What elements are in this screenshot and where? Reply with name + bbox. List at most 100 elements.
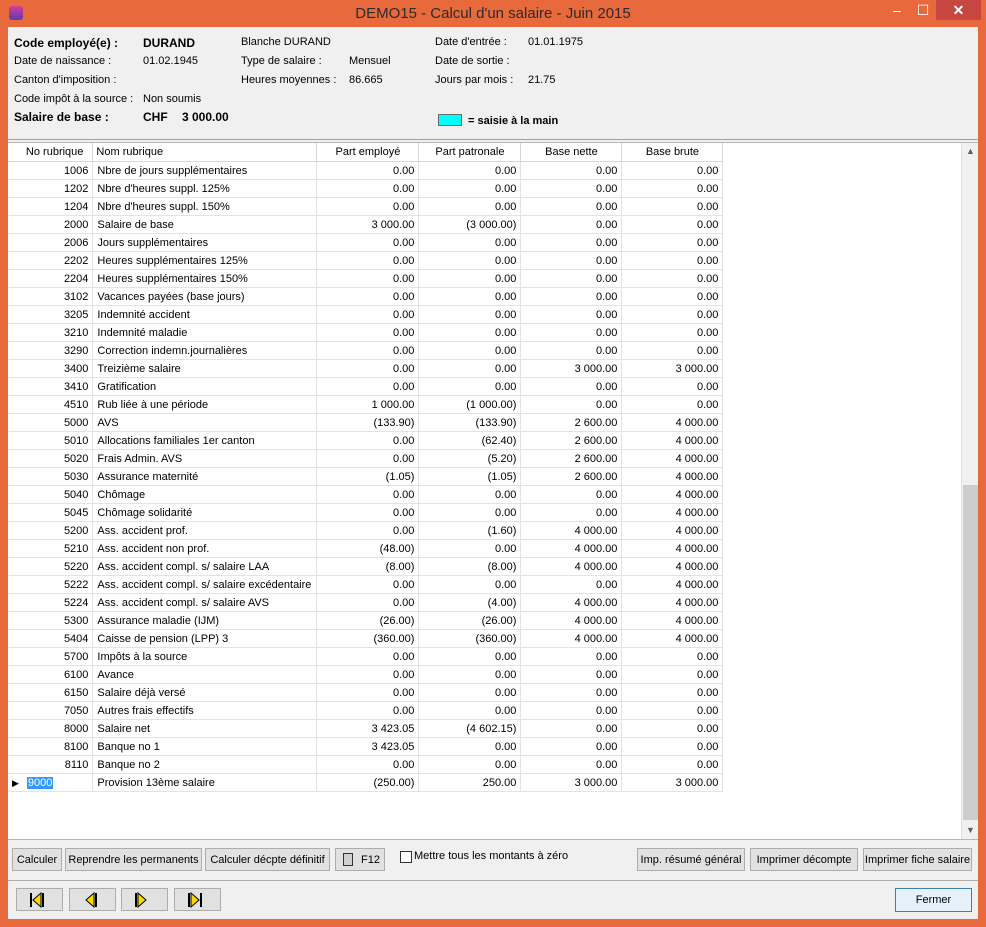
cell-part-employe[interactable]: 0.00 — [316, 359, 420, 378]
cell-base-nette[interactable]: 0.00 — [520, 341, 623, 360]
cell-no-rubrique[interactable]: 5030 — [22, 467, 94, 486]
cell-part-patronale[interactable]: (26.00) — [418, 611, 522, 630]
cell-base-brute[interactable]: 0.00 — [621, 395, 724, 414]
cell-no-rubrique[interactable]: 3410 — [22, 377, 94, 396]
cell-part-patronale[interactable]: 0.00 — [418, 701, 522, 720]
cell-part-employe[interactable]: 0.00 — [316, 305, 420, 324]
cell-base-nette[interactable]: 4 000.00 — [520, 557, 623, 576]
cell-base-brute[interactable]: 3 000.00 — [621, 359, 724, 378]
cell-base-nette[interactable]: 2 600.00 — [520, 413, 623, 432]
table-row[interactable]: 1006 Nbre de jours supplémentaires 0.00 0.0… — [8, 161, 724, 180]
cell-nom-rubrique[interactable]: Assurance maladie (IJM) — [92, 611, 318, 630]
table-row[interactable]: 5000 AVS (133.90) (133.90) 2 600.00 4 000.00 — [8, 413, 724, 432]
cell-nom-rubrique[interactable]: Salaire net — [92, 719, 318, 738]
cell-base-brute[interactable]: 0.00 — [621, 755, 724, 774]
cell-nom-rubrique[interactable]: Correction indemn.journalières — [92, 341, 318, 360]
cell-part-patronale[interactable]: 0.00 — [418, 251, 522, 270]
cell-part-patronale[interactable]: 0.00 — [418, 161, 522, 180]
table-row[interactable]: 7050 Autres frais effectifs 0.00 0.00 0.00 0.… — [8, 701, 724, 720]
cell-no-rubrique[interactable]: 5224 — [22, 593, 94, 612]
cell-base-brute[interactable]: 4 000.00 — [621, 449, 724, 468]
cell-part-patronale[interactable]: 0.00 — [418, 287, 522, 306]
cell-base-brute[interactable]: 4 000.00 — [621, 629, 724, 648]
cell-nom-rubrique[interactable]: AVS — [92, 413, 318, 432]
cell-base-nette[interactable]: 0.00 — [520, 683, 623, 702]
cell-part-employe[interactable]: 3 000.00 — [316, 215, 420, 234]
cell-base-brute[interactable]: 0.00 — [621, 377, 724, 396]
cell-no-rubrique[interactable]: 5220 — [22, 557, 94, 576]
cell-part-patronale[interactable]: 0.00 — [418, 665, 522, 684]
cell-part-patronale[interactable]: (8.00) — [418, 557, 522, 576]
calculer-decompte-definitif-button[interactable]: Calculer décpte définitif — [205, 848, 330, 871]
cell-base-brute[interactable]: 0.00 — [621, 647, 724, 666]
cell-part-patronale[interactable]: 0.00 — [418, 179, 522, 198]
cell-part-employe[interactable]: 0.00 — [316, 503, 420, 522]
scroll-down-icon[interactable]: ▼ — [962, 822, 978, 839]
cell-base-nette[interactable]: 0.00 — [520, 197, 623, 216]
cell-no-rubrique[interactable]: 6100 — [22, 665, 94, 684]
imp-resume-general-button[interactable]: Imp. résumé général — [637, 848, 745, 871]
cell-no-rubrique[interactable]: 8100 — [22, 737, 94, 756]
cell-no-rubrique[interactable]: 5010 — [22, 431, 94, 450]
cell-nom-rubrique[interactable]: Jours supplémentaires — [92, 233, 318, 252]
cell-base-nette[interactable]: 0.00 — [520, 179, 623, 198]
cell-base-brute[interactable]: 0.00 — [621, 179, 724, 198]
cell-part-patronale[interactable]: (5.20) — [418, 449, 522, 468]
reprendre-permanents-button[interactable]: Reprendre les permanents — [65, 848, 202, 871]
cell-no-rubrique[interactable]: 8110 — [22, 755, 94, 774]
cell-nom-rubrique[interactable]: Chômage solidarité — [92, 503, 318, 522]
cell-nom-rubrique[interactable]: Ass. accident compl. s/ salaire excédent… — [92, 575, 318, 594]
cell-part-employe[interactable]: (26.00) — [316, 611, 420, 630]
cell-part-employe[interactable]: (360.00) — [316, 629, 420, 648]
cell-part-patronale[interactable]: 0.00 — [418, 269, 522, 288]
cell-nom-rubrique[interactable]: Gratification — [92, 377, 318, 396]
table-row[interactable]: 5020 Frais Admin. AVS 0.00 (5.20) 2 600.00 4 … — [8, 449, 724, 468]
cell-part-employe[interactable]: 0.00 — [316, 755, 420, 774]
table-row[interactable]: 5040 Chômage 0.00 0.00 0.00 4 000.00 — [8, 485, 724, 504]
cell-nom-rubrique[interactable]: Chômage — [92, 485, 318, 504]
cell-no-rubrique[interactable]: 5210 — [22, 539, 94, 558]
cell-base-nette[interactable]: 0.00 — [520, 215, 623, 234]
table-row[interactable]: 3210 Indemnité maladie 0.00 0.00 0.00 0.00 — [8, 323, 724, 342]
cell-no-rubrique[interactable]: 9000 — [22, 773, 94, 792]
cell-nom-rubrique[interactable]: Indemnité maladie — [92, 323, 318, 342]
cell-part-patronale[interactable]: 0.00 — [418, 323, 522, 342]
cell-base-brute[interactable]: 0.00 — [621, 251, 724, 270]
cell-no-rubrique[interactable]: 5222 — [22, 575, 94, 594]
col-header-nom-rubrique[interactable]: Nom rubrique — [92, 143, 318, 162]
cell-nom-rubrique[interactable]: Caisse de pension (LPP) 3 — [92, 629, 318, 648]
cell-part-employe[interactable]: 0.00 — [316, 449, 420, 468]
cell-base-nette[interactable]: 3 000.00 — [520, 359, 623, 378]
cell-base-brute[interactable]: 0.00 — [621, 665, 724, 684]
table-row[interactable]: 5224 Ass. accident compl. s/ salaire AVS 0… — [8, 593, 724, 612]
cell-base-nette[interactable]: 0.00 — [520, 269, 623, 288]
table-row[interactable]: 3410 Gratification 0.00 0.00 0.00 0.00 — [8, 377, 724, 396]
cell-no-rubrique[interactable]: 5200 — [22, 521, 94, 540]
cell-part-employe[interactable]: (1.05) — [316, 467, 420, 486]
cell-base-brute[interactable]: 0.00 — [621, 323, 724, 342]
cell-part-employe[interactable]: 0.00 — [316, 593, 420, 612]
cell-no-rubrique[interactable]: 7050 — [22, 701, 94, 720]
cell-no-rubrique[interactable]: 3290 — [22, 341, 94, 360]
cell-part-employe[interactable]: 0.00 — [316, 323, 420, 342]
cell-no-rubrique[interactable]: 5000 — [22, 413, 94, 432]
col-header-part-employe[interactable]: Part employé — [316, 143, 420, 162]
cell-nom-rubrique[interactable]: Nbre de jours supplémentaires — [92, 161, 318, 180]
cell-part-employe[interactable]: 0.00 — [316, 575, 420, 594]
cell-part-patronale[interactable]: (4 602.15) — [418, 719, 522, 738]
cell-no-rubrique[interactable]: 5404 — [22, 629, 94, 648]
cell-base-nette[interactable]: 2 600.00 — [520, 449, 623, 468]
table-row[interactable]: 5045 Chômage solidarité 0.00 0.00 0.00 4 000.… — [8, 503, 724, 522]
cell-nom-rubrique[interactable]: Heures supplémentaires 150% — [92, 269, 318, 288]
cell-nom-rubrique[interactable]: Salaire de base — [92, 215, 318, 234]
cell-part-employe[interactable]: 0.00 — [316, 161, 420, 180]
cell-base-brute[interactable]: 3 000.00 — [621, 773, 724, 792]
cell-nom-rubrique[interactable]: Assurance maternité — [92, 467, 318, 486]
cell-nom-rubrique[interactable]: Ass. accident compl. s/ salaire LAA — [92, 557, 318, 576]
table-row[interactable]: 3102 Vacances payées (base jours) 0.00 0.00… — [8, 287, 724, 306]
table-row[interactable]: 3290 Correction indemn.journalières 0.00 0.… — [8, 341, 724, 360]
table-row[interactable]: 3400 Treizième salaire 0.00 0.00 3 000.00 3 0… — [8, 359, 724, 378]
cell-base-nette[interactable]: 0.00 — [520, 251, 623, 270]
cell-part-patronale[interactable]: (360.00) — [418, 629, 522, 648]
table-row[interactable]: 8100 Banque no 13 423.05 0.00 0.00 0.00 — [8, 737, 724, 756]
